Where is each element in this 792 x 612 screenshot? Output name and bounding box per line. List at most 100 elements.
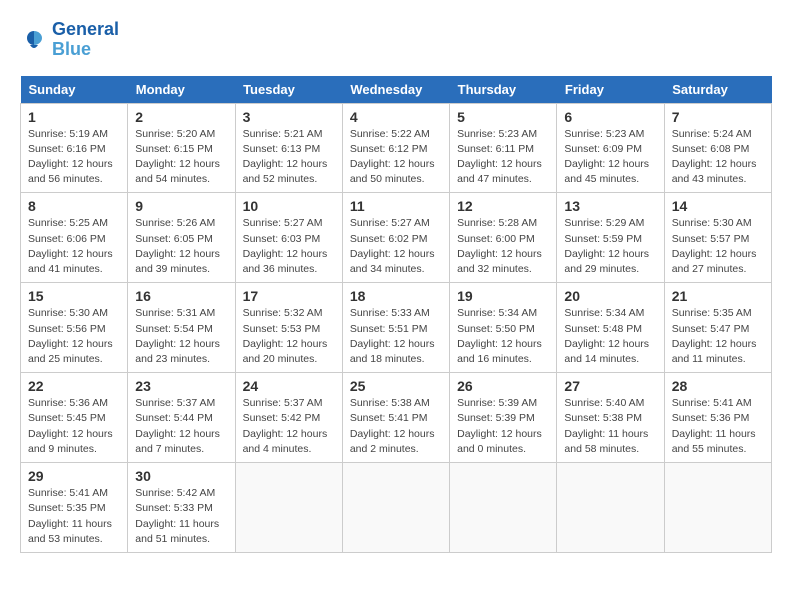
day-number: 15 [28,288,120,304]
day-number: 5 [457,109,549,125]
day-cell: 4 Sunrise: 5:22 AMSunset: 6:12 PMDayligh… [342,103,449,193]
day-detail: Sunrise: 5:41 AMSunset: 5:35 PMDaylight:… [28,486,120,547]
day-cell: 13 Sunrise: 5:29 AMSunset: 5:59 PMDaylig… [557,193,664,283]
logo-text: General Blue [52,20,119,60]
empty-cell [342,463,449,553]
day-detail: Sunrise: 5:42 AMSunset: 5:33 PMDaylight:… [135,486,227,547]
day-detail: Sunrise: 5:39 AMSunset: 5:39 PMDaylight:… [457,396,549,457]
day-cell: 29 Sunrise: 5:41 AMSunset: 5:35 PMDaylig… [21,463,128,553]
day-number: 21 [672,288,764,304]
header-tuesday: Tuesday [235,76,342,104]
day-detail: Sunrise: 5:41 AMSunset: 5:36 PMDaylight:… [672,396,764,457]
day-number: 8 [28,198,120,214]
day-detail: Sunrise: 5:30 AMSunset: 5:57 PMDaylight:… [672,216,764,277]
day-cell: 28 Sunrise: 5:41 AMSunset: 5:36 PMDaylig… [664,373,771,463]
day-detail: Sunrise: 5:20 AMSunset: 6:15 PMDaylight:… [135,127,227,188]
empty-cell [557,463,664,553]
day-cell: 1 Sunrise: 5:19 AMSunset: 6:16 PMDayligh… [21,103,128,193]
day-cell: 5 Sunrise: 5:23 AMSunset: 6:11 PMDayligh… [450,103,557,193]
day-detail: Sunrise: 5:38 AMSunset: 5:41 PMDaylight:… [350,396,442,457]
day-cell: 6 Sunrise: 5:23 AMSunset: 6:09 PMDayligh… [557,103,664,193]
day-detail: Sunrise: 5:29 AMSunset: 5:59 PMDaylight:… [564,216,656,277]
day-number: 7 [672,109,764,125]
header-wednesday: Wednesday [342,76,449,104]
day-number: 6 [564,109,656,125]
day-detail: Sunrise: 5:27 AMSunset: 6:02 PMDaylight:… [350,216,442,277]
day-cell: 15 Sunrise: 5:30 AMSunset: 5:56 PMDaylig… [21,283,128,373]
calendar-row: 29 Sunrise: 5:41 AMSunset: 5:35 PMDaylig… [21,463,772,553]
day-detail: Sunrise: 5:22 AMSunset: 6:12 PMDaylight:… [350,127,442,188]
header-thursday: Thursday [450,76,557,104]
day-number: 10 [243,198,335,214]
day-number: 9 [135,198,227,214]
day-cell: 21 Sunrise: 5:35 AMSunset: 5:47 PMDaylig… [664,283,771,373]
day-detail: Sunrise: 5:23 AMSunset: 6:11 PMDaylight:… [457,127,549,188]
calendar-row: 15 Sunrise: 5:30 AMSunset: 5:56 PMDaylig… [21,283,772,373]
day-cell: 25 Sunrise: 5:38 AMSunset: 5:41 PMDaylig… [342,373,449,463]
day-number: 24 [243,378,335,394]
header-monday: Monday [128,76,235,104]
calendar-table: Sunday Monday Tuesday Wednesday Thursday… [20,76,772,553]
day-detail: Sunrise: 5:31 AMSunset: 5:54 PMDaylight:… [135,306,227,367]
page-header: General Blue [20,20,772,60]
calendar-row: 8 Sunrise: 5:25 AMSunset: 6:06 PMDayligh… [21,193,772,283]
day-detail: Sunrise: 5:35 AMSunset: 5:47 PMDaylight:… [672,306,764,367]
day-number: 16 [135,288,227,304]
day-cell: 12 Sunrise: 5:28 AMSunset: 6:00 PMDaylig… [450,193,557,283]
day-detail: Sunrise: 5:25 AMSunset: 6:06 PMDaylight:… [28,216,120,277]
day-detail: Sunrise: 5:19 AMSunset: 6:16 PMDaylight:… [28,127,120,188]
day-number: 29 [28,468,120,484]
day-detail: Sunrise: 5:37 AMSunset: 5:44 PMDaylight:… [135,396,227,457]
day-number: 23 [135,378,227,394]
day-detail: Sunrise: 5:30 AMSunset: 5:56 PMDaylight:… [28,306,120,367]
day-detail: Sunrise: 5:27 AMSunset: 6:03 PMDaylight:… [243,216,335,277]
day-number: 3 [243,109,335,125]
day-number: 27 [564,378,656,394]
day-cell: 3 Sunrise: 5:21 AMSunset: 6:13 PMDayligh… [235,103,342,193]
day-cell: 8 Sunrise: 5:25 AMSunset: 6:06 PMDayligh… [21,193,128,283]
day-cell: 11 Sunrise: 5:27 AMSunset: 6:02 PMDaylig… [342,193,449,283]
day-number: 14 [672,198,764,214]
logo-icon [20,29,48,51]
day-detail: Sunrise: 5:23 AMSunset: 6:09 PMDaylight:… [564,127,656,188]
day-cell: 26 Sunrise: 5:39 AMSunset: 5:39 PMDaylig… [450,373,557,463]
day-detail: Sunrise: 5:40 AMSunset: 5:38 PMDaylight:… [564,396,656,457]
day-detail: Sunrise: 5:34 AMSunset: 5:48 PMDaylight:… [564,306,656,367]
day-cell: 14 Sunrise: 5:30 AMSunset: 5:57 PMDaylig… [664,193,771,283]
calendar-row: 1 Sunrise: 5:19 AMSunset: 6:16 PMDayligh… [21,103,772,193]
weekday-header-row: Sunday Monday Tuesday Wednesday Thursday… [21,76,772,104]
day-number: 30 [135,468,227,484]
day-cell: 22 Sunrise: 5:36 AMSunset: 5:45 PMDaylig… [21,373,128,463]
day-cell: 2 Sunrise: 5:20 AMSunset: 6:15 PMDayligh… [128,103,235,193]
empty-cell [235,463,342,553]
day-detail: Sunrise: 5:26 AMSunset: 6:05 PMDaylight:… [135,216,227,277]
logo: General Blue [20,20,119,60]
header-friday: Friday [557,76,664,104]
header-sunday: Sunday [21,76,128,104]
day-cell: 16 Sunrise: 5:31 AMSunset: 5:54 PMDaylig… [128,283,235,373]
day-number: 22 [28,378,120,394]
day-detail: Sunrise: 5:21 AMSunset: 6:13 PMDaylight:… [243,127,335,188]
day-number: 19 [457,288,549,304]
day-cell: 30 Sunrise: 5:42 AMSunset: 5:33 PMDaylig… [128,463,235,553]
day-number: 28 [672,378,764,394]
day-cell: 27 Sunrise: 5:40 AMSunset: 5:38 PMDaylig… [557,373,664,463]
calendar-row: 22 Sunrise: 5:36 AMSunset: 5:45 PMDaylig… [21,373,772,463]
day-cell: 7 Sunrise: 5:24 AMSunset: 6:08 PMDayligh… [664,103,771,193]
day-cell: 20 Sunrise: 5:34 AMSunset: 5:48 PMDaylig… [557,283,664,373]
day-detail: Sunrise: 5:37 AMSunset: 5:42 PMDaylight:… [243,396,335,457]
day-detail: Sunrise: 5:34 AMSunset: 5:50 PMDaylight:… [457,306,549,367]
day-cell: 10 Sunrise: 5:27 AMSunset: 6:03 PMDaylig… [235,193,342,283]
day-number: 13 [564,198,656,214]
day-detail: Sunrise: 5:28 AMSunset: 6:00 PMDaylight:… [457,216,549,277]
day-number: 17 [243,288,335,304]
empty-cell [450,463,557,553]
day-detail: Sunrise: 5:33 AMSunset: 5:51 PMDaylight:… [350,306,442,367]
day-cell: 17 Sunrise: 5:32 AMSunset: 5:53 PMDaylig… [235,283,342,373]
day-cell: 23 Sunrise: 5:37 AMSunset: 5:44 PMDaylig… [128,373,235,463]
day-detail: Sunrise: 5:24 AMSunset: 6:08 PMDaylight:… [672,127,764,188]
day-number: 11 [350,198,442,214]
day-number: 26 [457,378,549,394]
day-number: 18 [350,288,442,304]
day-number: 25 [350,378,442,394]
